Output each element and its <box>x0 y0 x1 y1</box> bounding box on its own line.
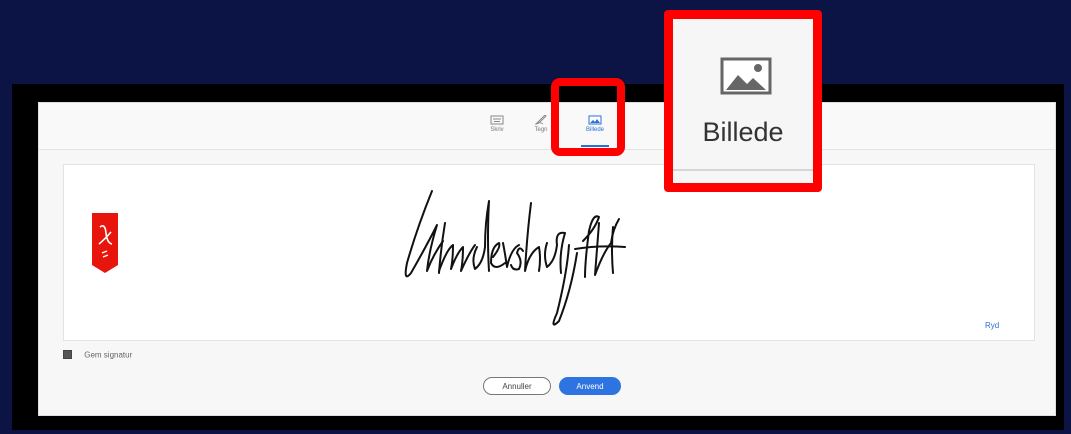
zoom-callout: Billede <box>664 10 822 192</box>
screenshot-stage: Skriv Tegn Billede Ryd Gem signatur Annu… <box>0 0 1071 434</box>
zoom-callout-label: Billede <box>702 117 784 147</box>
cancel-button[interactable]: Annuller <box>483 377 551 395</box>
signature-dialog: Skriv Tegn Billede Ryd Gem signatur Annu… <box>38 102 1056 416</box>
clear-signature-link[interactable]: Ryd <box>985 321 999 330</box>
signature-image <box>404 190 626 326</box>
highlight-box-tab <box>551 78 625 156</box>
tab-skriv[interactable]: Skriv <box>477 115 517 133</box>
tab-skriv-label: Skriv <box>490 127 504 133</box>
adobe-acrobat-icon <box>92 213 118 273</box>
signature-mode-tabs: Skriv Tegn Billede <box>39 103 1055 150</box>
zoom-callout-content: Billede <box>673 19 813 183</box>
apply-button[interactable]: Anvend <box>559 377 621 395</box>
save-signature-option: Gem signatur <box>63 350 132 362</box>
save-signature-label: Gem signatur <box>84 350 133 360</box>
save-signature-checkbox[interactable] <box>63 350 72 360</box>
keyboard-icon <box>490 115 504 125</box>
draw-pen-icon <box>534 115 547 125</box>
image-icon <box>720 57 772 95</box>
zoom-callout-divider <box>673 169 813 171</box>
